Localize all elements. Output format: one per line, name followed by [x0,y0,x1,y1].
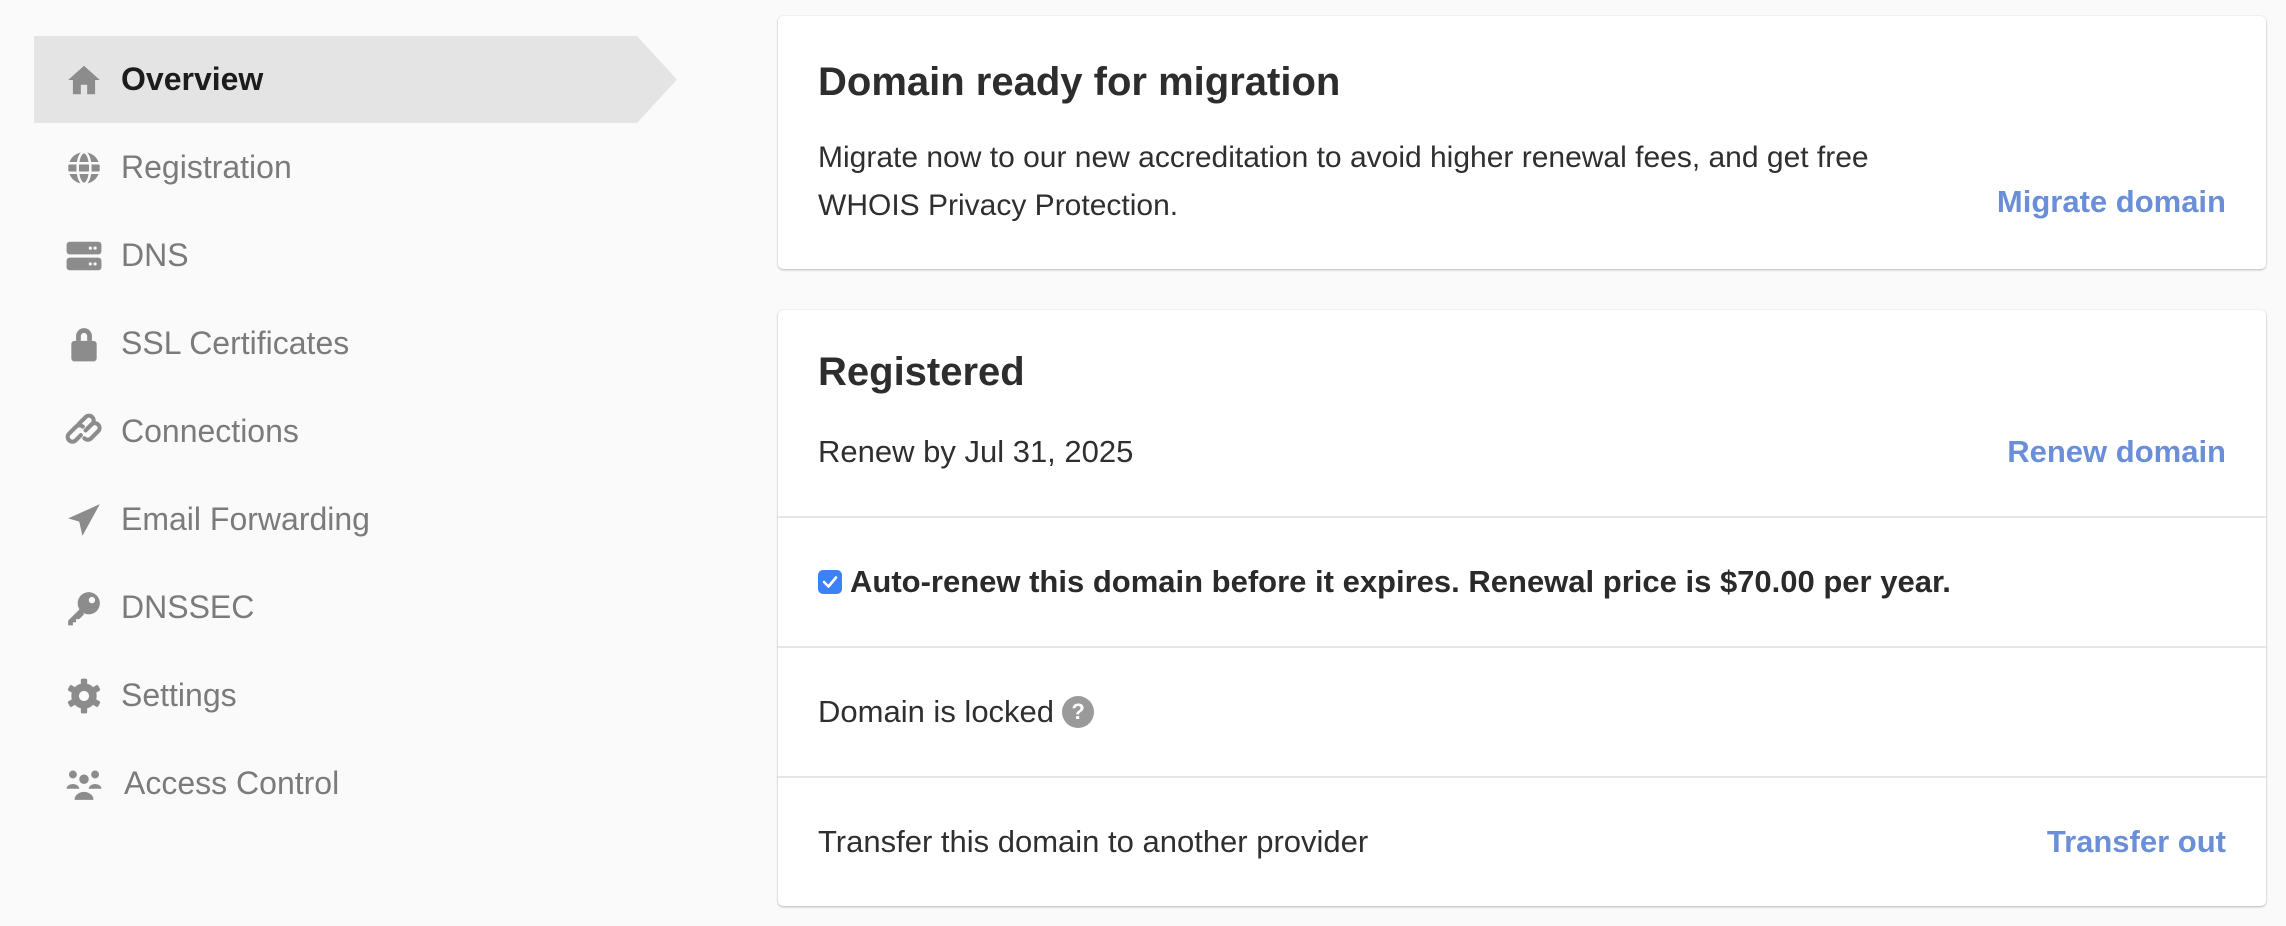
users-icon [62,762,106,806]
registered-card: Registered Renew by Jul 31, 2025 Renew d… [778,310,2266,906]
migration-description: Migrate now to our new accreditation to … [818,141,1869,222]
home-icon [62,58,106,102]
registered-title: Registered [818,350,1025,394]
sidebar-item-dnssec[interactable]: DNSSEC [34,564,677,651]
sidebar-item-access-control[interactable]: Access Control [34,740,677,827]
divider [778,776,2266,778]
sidebar-item-label: SSL Certificates [121,325,350,361]
transfer-out-link[interactable]: Transfer out [2047,824,2226,860]
renew-by-text: Renew by Jul 31, 2025 [818,434,1134,469]
sidebar-item-label: DNS [121,237,189,273]
sidebar-item-label: Registration [121,149,292,185]
divider [778,646,2266,648]
sidebar-item-label: Access Control [124,765,340,801]
checkmark-icon [822,576,838,588]
divider [778,516,2266,518]
migration-card: Domain ready for migration Migrate now t… [778,16,2266,269]
gear-icon [62,674,106,718]
lock-status-row: Domain is locked ? [818,694,1095,730]
globe-icon [62,146,106,190]
renew-domain-link[interactable]: Renew domain [2007,434,2226,470]
transfer-text: Transfer this domain to another provider [818,824,1369,859]
help-icon[interactable]: ? [1062,696,1095,728]
migration-title: Domain ready for migration [818,60,1341,104]
lock-status-text: Domain is locked [818,694,1055,729]
sidebar-item-label: DNSSEC [121,589,255,625]
auto-renew-checkbox[interactable] [818,570,842,594]
paper-plane-icon [62,498,106,542]
sidebar-item-settings[interactable]: Settings [34,652,677,739]
migrate-domain-link[interactable]: Migrate domain [1997,184,2226,220]
sidebar-item-label: Overview [121,61,264,97]
sidebar-item-overview[interactable]: Overview [34,36,677,123]
link-icon [62,410,106,454]
key-icon [62,586,106,630]
auto-renew-label[interactable]: Auto-renew this domain before it expires… [850,564,1951,600]
sidebar-item-label: Connections [121,413,299,449]
sidebar-item-connections[interactable]: Connections [34,388,677,475]
sidebar-item-dns[interactable]: DNS [34,212,677,299]
sidebar-item-label: Settings [121,677,237,713]
sidebar-item-label: Email Forwarding [121,501,370,537]
sidebar-item-ssl-certificates[interactable]: SSL Certificates [34,300,677,387]
auto-renew-row: Auto-renew this domain before it expires… [818,564,1951,600]
sidebar-item-email-forwarding[interactable]: Email Forwarding [34,476,677,563]
sidebar-nav: Overview Registration DNS SSL Certificat… [0,0,700,926]
server-icon [62,234,106,278]
sidebar-item-registration[interactable]: Registration [34,124,677,211]
lock-icon [62,322,106,366]
